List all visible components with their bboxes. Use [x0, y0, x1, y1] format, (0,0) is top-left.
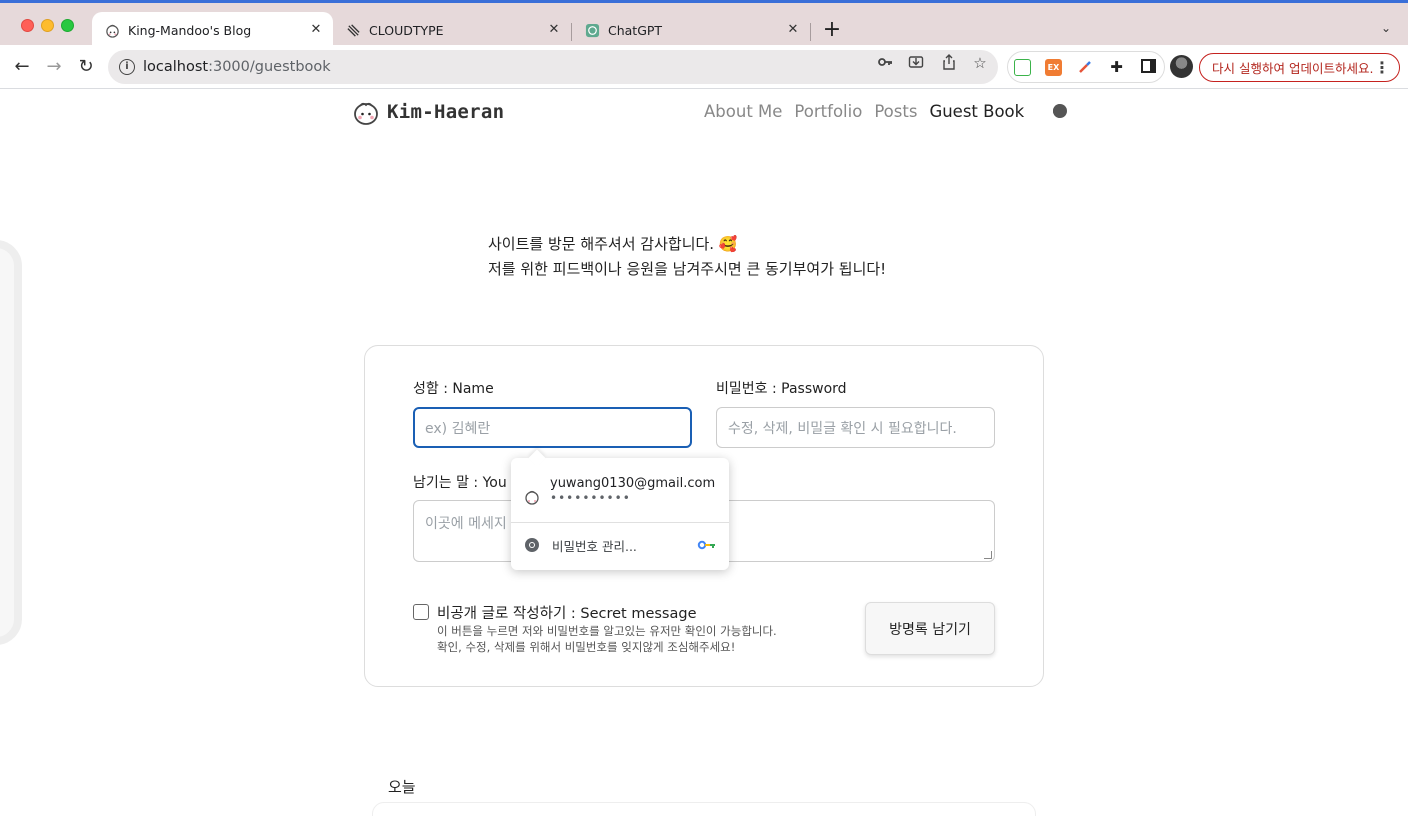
resize-handle-icon[interactable]	[984, 551, 992, 559]
color-picker-extension-icon[interactable]	[1076, 59, 1093, 76]
site-logo[interactable]: Kim-Haeran	[352, 98, 504, 126]
tab-chatgpt[interactable]: ChatGPT ✕	[572, 12, 810, 48]
autofill-email: yuwang0130@gmail.com	[550, 475, 716, 491]
reload-icon[interactable]: ↻	[74, 55, 98, 79]
intro-line-2: 저를 위한 피드백이나 응원을 남겨주시면 큰 동기부여가 됩니다!	[488, 260, 887, 278]
extensions-puzzle-icon[interactable]: ✚	[1108, 59, 1125, 76]
submit-guestbook-button[interactable]: 방명록 남기기	[865, 602, 995, 655]
tab-close-icon[interactable]: ✕	[307, 21, 325, 39]
back-icon[interactable]: ←	[10, 55, 34, 79]
nav-about-me[interactable]: About Me	[704, 102, 782, 121]
secret-checkbox[interactable]	[413, 604, 429, 620]
message-placeholder: 이곳에 메세지	[425, 516, 507, 532]
tab-separator	[810, 23, 811, 41]
name-input[interactable]: ex) 김혜란	[413, 407, 692, 448]
key-icon[interactable]	[876, 54, 894, 72]
install-icon[interactable]	[907, 54, 925, 72]
mandoo-mascot-icon	[354, 102, 378, 125]
secret-message-description: 이 버튼을 누르면 저와 비밀번호를 알고있는 유저만 확인이 가능합니다. 확…	[437, 623, 777, 655]
chrome-logo-icon	[525, 538, 539, 552]
manage-passwords-label: 비밀번호 관리...	[552, 538, 637, 554]
nav-guest-book[interactable]: Guest Book	[929, 102, 1024, 121]
new-tab-plus-icon[interactable]: +	[820, 18, 844, 42]
intro-text: 사이트를 방문 해주셔서 감사합니다. 🥰 저를 위한 피드백이나 응원을 남겨…	[488, 232, 886, 282]
side-panel-icon[interactable]	[1141, 59, 1156, 73]
autofill-suggestion[interactable]: yuwang0130@gmail.com ••••••••••	[511, 468, 729, 512]
update-button-label: 다시 실행하여 업데이트하세요.	[1212, 61, 1374, 76]
google-password-key-icon	[697, 540, 715, 550]
password-autofill-dropdown: yuwang0130@gmail.com •••••••••• 비밀번호 관리.…	[511, 449, 729, 570]
tab-cloudtype[interactable]: CLOUDTYPE ✕	[333, 12, 571, 48]
update-relaunch-button[interactable]: 다시 실행하여 업데이트하세요. ⋮	[1199, 53, 1400, 82]
url-text[interactable]: localhost:3000/guestbook	[143, 59, 331, 75]
address-bar[interactable]: i localhost:3000/guestbook	[108, 50, 998, 84]
bookmark-star-icon[interactable]: ☆	[971, 54, 989, 72]
guestbook-page: Kim-Haeran About Me Portfolio Posts Gues…	[0, 90, 1408, 816]
profile-avatar[interactable]	[1170, 55, 1193, 78]
guestbook-entry-card	[372, 802, 1036, 816]
secret-message-label: 비공개 글로 작성하기 : Secret message	[437, 606, 697, 622]
minimize-window-button[interactable]	[41, 19, 54, 32]
url-path: :3000/guestbook	[208, 59, 331, 75]
share-icon[interactable]	[940, 54, 958, 72]
theme-toggle-icon[interactable]	[1053, 104, 1067, 118]
green-extension-icon[interactable]	[1014, 59, 1031, 76]
tab-close-icon[interactable]: ✕	[784, 21, 802, 39]
password-placeholder: 수정, 삭제, 비밀글 확인 시 필요합니다.	[728, 420, 957, 437]
password-input[interactable]: 수정, 삭제, 비밀글 확인 시 필요합니다.	[716, 407, 995, 448]
intro-line-1: 사이트를 방문 해주셔서 감사합니다. 🥰	[488, 235, 738, 253]
tab-king-mandoo-blog[interactable]: King-Mandoo's Blog ✕	[92, 12, 333, 48]
name-label: 성함 : Name	[413, 381, 494, 397]
tab-bar: King-Mandoo's Blog ✕ CLOUDTYPE ✕ ChatGPT…	[0, 3, 1408, 48]
tab-close-icon[interactable]: ✕	[545, 21, 563, 39]
side-decoration	[0, 240, 22, 645]
nav-portfolio[interactable]: Portfolio	[794, 102, 862, 121]
message-label: 남기는 말 : You	[413, 475, 507, 491]
secret-desc-line-1: 이 버튼을 누르면 저와 비밀번호를 알고있는 유저만 확인이 가능합니다.	[437, 624, 777, 638]
site-nav: About Me Portfolio Posts Guest Book	[704, 102, 1024, 121]
autofill-divider	[511, 522, 729, 523]
more-vert-icon[interactable]: ⋮	[1374, 58, 1390, 77]
tab-title: CLOUDTYPE	[369, 22, 444, 38]
forward-icon[interactable]: →	[42, 55, 66, 79]
close-window-button[interactable]	[21, 19, 34, 32]
info-icon[interactable]: i	[119, 59, 135, 75]
zoom-window-button[interactable]	[61, 19, 74, 32]
manage-passwords-item[interactable]: 비밀번호 관리...	[511, 526, 729, 564]
cloudtype-favicon-icon	[345, 22, 361, 38]
tab-title: King-Mandoo's Blog	[128, 22, 252, 38]
ex-extension-icon[interactable]: EX	[1045, 59, 1062, 76]
autofill-password-mask: ••••••••••	[550, 490, 631, 505]
browser-toolbar: ← → ↻ i localhost:3000/guestbook ☆ EX ✚ …	[0, 45, 1408, 89]
site-logo-text: Kim-Haeran	[387, 101, 505, 123]
url-host: localhost	[143, 59, 209, 75]
chatgpt-favicon-icon	[584, 22, 600, 38]
tab-title: ChatGPT	[608, 22, 663, 38]
secret-desc-line-2: 확인, 수정, 삭제를 위해서 비밀번호를 잊지않게 조심해주세요!	[437, 640, 736, 654]
today-heading: 오늘	[388, 778, 416, 796]
nav-posts[interactable]: Posts	[874, 102, 917, 121]
mandoo-favicon-icon	[525, 490, 539, 505]
mandoo-favicon-icon	[104, 22, 120, 38]
password-label: 비밀번호 : Password	[716, 381, 847, 397]
tab-search-chevron-icon[interactable]: ⌄	[1376, 21, 1396, 41]
name-placeholder: ex) 김혜란	[425, 420, 491, 437]
